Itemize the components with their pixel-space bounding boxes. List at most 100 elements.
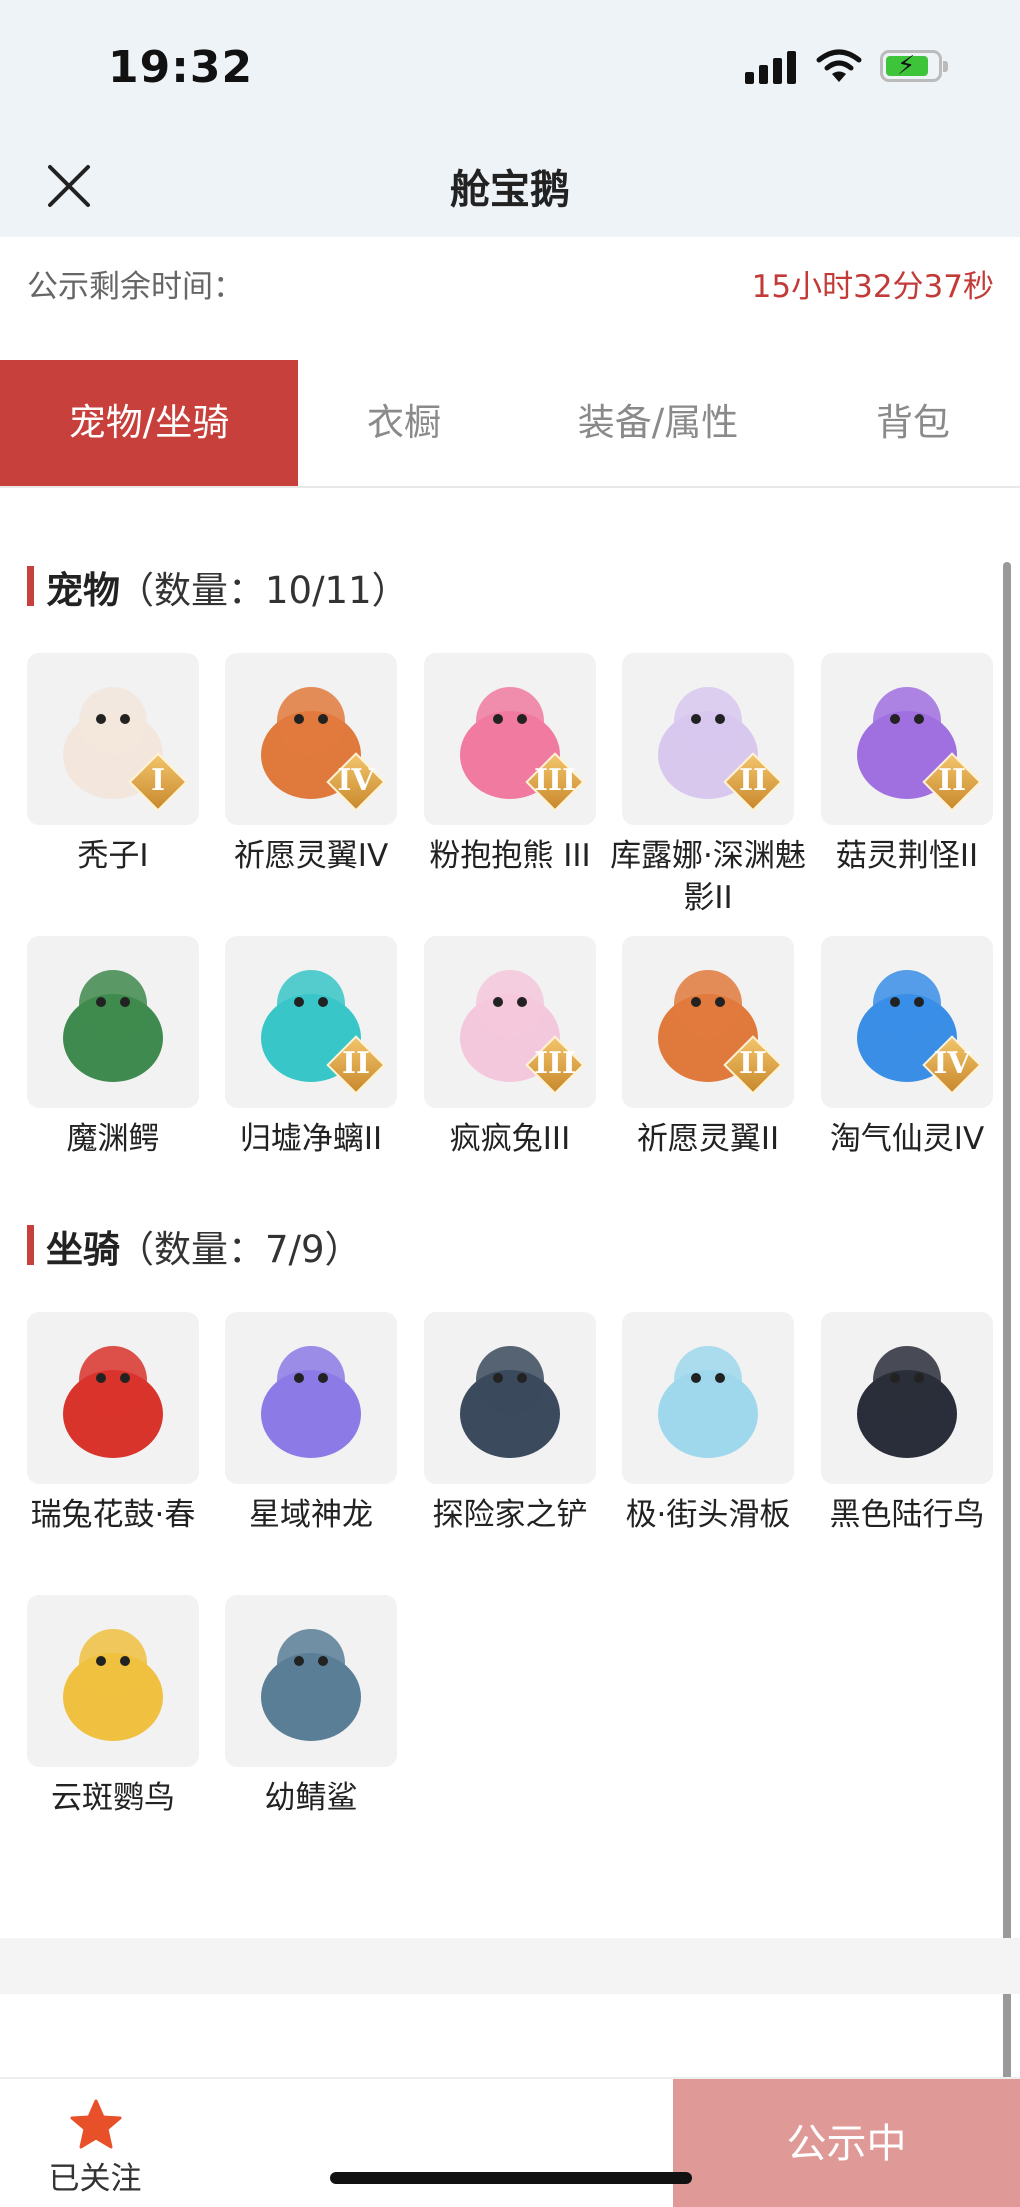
- grade-badge-icon: III: [525, 1035, 585, 1095]
- follow-label: 已关注: [48, 2161, 142, 2197]
- mount-item[interactable]: 星域神龙: [225, 1312, 397, 1552]
- grade-badge-icon: III: [525, 752, 585, 812]
- blue-puppy-icon: IV: [821, 936, 993, 1108]
- item-name: 淘气仙灵IV: [829, 1121, 985, 1157]
- mount-item[interactable]: 瑞兔花鼓·春: [27, 1312, 199, 1552]
- page-title: 舱宝鹅: [450, 167, 570, 213]
- water-dragon-icon: II: [225, 936, 397, 1108]
- item-name: 疯疯兔III: [449, 1121, 571, 1157]
- public-status-button[interactable]: 公示中: [673, 2079, 1020, 2207]
- pet-item[interactable]: II 归墟净螭II: [225, 936, 397, 1176]
- grade-badge-label: III: [533, 1046, 577, 1081]
- section-accent-bar: [27, 566, 34, 606]
- mount-item[interactable]: 云斑鹦鸟: [27, 1595, 199, 1835]
- item-name: 星域神龙: [249, 1497, 373, 1533]
- shovel-icon: [424, 1312, 596, 1484]
- abyss-girl-icon: II: [622, 653, 794, 825]
- rabbit-icon: III: [424, 936, 596, 1108]
- status-bar: 19:32 ⚡: [0, 0, 1020, 135]
- grade-badge-icon: II: [723, 752, 783, 812]
- tab-bar: 宠物/坐骑 衣橱 装备/属性 背包: [0, 360, 1020, 488]
- notice-countdown: 15小时32分37秒: [751, 269, 994, 305]
- eagle-icon: IV: [225, 653, 397, 825]
- status-time: 19:32: [108, 42, 254, 93]
- item-name: 魔渊鳄: [66, 1121, 160, 1157]
- bottom-bar: 已关注 公示中: [0, 2077, 1020, 2207]
- pet-item[interactable]: II 库露娜·深渊魅影II: [610, 653, 806, 916]
- tab-pets-mounts[interactable]: 宠物/坐骑: [0, 360, 298, 486]
- item-name: 祈愿灵翼II: [636, 1121, 780, 1157]
- parrot-icon: [27, 1595, 199, 1767]
- tab-backpack[interactable]: 背包: [806, 360, 1020, 486]
- grade-badge-label: II: [738, 1046, 768, 1081]
- grade-badge-icon: I: [128, 752, 188, 812]
- mounts-section-title: 坐骑: [46, 1228, 120, 1271]
- grade-badge-icon: II: [922, 752, 982, 812]
- pets-section-count: （数量：10/11）: [117, 569, 409, 612]
- crocodile-icon: [27, 936, 199, 1108]
- item-name: 祈愿灵翼IV: [233, 838, 389, 874]
- eagle-icon: II: [622, 936, 794, 1108]
- notice-row: 公示剩余时间： 15小时32分37秒: [0, 237, 1020, 327]
- pet-item[interactable]: 魔渊鳄: [27, 936, 199, 1176]
- scrollbar[interactable]: [1003, 562, 1011, 2087]
- mount-item[interactable]: 黑色陆行鸟: [821, 1312, 993, 1552]
- mounts-section-count: （数量：7/9）: [117, 1228, 362, 1271]
- mount-item[interactable]: 极·街头滑板: [622, 1312, 794, 1552]
- item-name: 归墟净螭II: [239, 1121, 383, 1157]
- pink-bear-icon: III: [424, 653, 596, 825]
- star-icon: [70, 2099, 122, 2149]
- item-name: 秃子I: [77, 838, 149, 874]
- item-name: 幼鲭鲨: [264, 1780, 358, 1816]
- notice-label: 公示剩余时间：: [27, 269, 244, 305]
- battery-icon: ⚡: [880, 50, 948, 82]
- follow-button[interactable]: 已关注: [40, 2097, 150, 2197]
- shark-icon: [225, 1595, 397, 1767]
- item-name: 黑色陆行鸟: [829, 1497, 985, 1533]
- item-name: 粉抱抱熊 III: [429, 838, 591, 874]
- grade-badge-label: II: [937, 763, 967, 798]
- grade-badge-icon: II: [723, 1035, 783, 1095]
- skateboard-icon: [622, 1312, 794, 1484]
- mount-item[interactable]: 幼鲭鲨: [225, 1595, 397, 1835]
- pet-item[interactable]: II 菇灵荆怪II: [821, 653, 993, 893]
- item-name: 库露娜·深渊魅影II: [610, 838, 806, 916]
- grade-badge-label: II: [341, 1046, 371, 1081]
- nav-bar: 舱宝鹅: [0, 135, 1020, 237]
- grade-badge-label: IV: [337, 763, 375, 798]
- star-dragon-icon: [225, 1312, 397, 1484]
- pet-item[interactable]: III 疯疯兔III: [424, 936, 596, 1176]
- item-name: 菇灵荆怪II: [835, 838, 979, 874]
- item-name: 探险家之铲: [432, 1497, 588, 1533]
- pet-item[interactable]: IV 淘气仙灵IV: [821, 936, 993, 1176]
- grade-badge-label: III: [533, 763, 577, 798]
- mount-item[interactable]: 探险家之铲: [424, 1312, 596, 1552]
- pet-item[interactable]: II 祈愿灵翼II: [622, 936, 794, 1176]
- mushroom-elf-icon: II: [821, 653, 993, 825]
- tab-equipment-attributes[interactable]: 装备/属性: [510, 360, 806, 486]
- footer-divider: [0, 1938, 1020, 1994]
- item-name: 云斑鹦鸟: [51, 1780, 175, 1816]
- item-name: 极·街头滑板: [625, 1497, 791, 1533]
- pet-item[interactable]: IV 祈愿灵翼IV: [225, 653, 397, 893]
- pet-item[interactable]: III 粉抱抱熊 III: [424, 653, 596, 893]
- grade-badge-icon: IV: [326, 752, 386, 812]
- grade-badge-label: II: [738, 763, 768, 798]
- home-indicator: [330, 2172, 692, 2184]
- pets-section-title: 宠物: [46, 569, 120, 612]
- grade-badge-icon: IV: [922, 1035, 982, 1095]
- section-accent-bar: [27, 1225, 34, 1265]
- mounts-section-header: 坐骑 （数量：7/9）: [27, 1219, 447, 1271]
- grade-badge-icon: II: [326, 1035, 386, 1095]
- cellular-signal-icon: [745, 50, 797, 84]
- black-bird-icon: [821, 1312, 993, 1484]
- drum-icon: [27, 1312, 199, 1484]
- wifi-icon: [816, 49, 862, 82]
- bald-character-icon: I: [27, 653, 199, 825]
- pet-item[interactable]: I 秃子I: [27, 653, 199, 893]
- grade-badge-label: I: [150, 763, 166, 798]
- tab-wardrobe[interactable]: 衣橱: [298, 360, 510, 486]
- pets-section-header: 宠物 （数量：10/11）: [27, 560, 447, 612]
- item-name: 瑞兔花鼓·春: [30, 1497, 196, 1533]
- grade-badge-label: IV: [933, 1046, 971, 1081]
